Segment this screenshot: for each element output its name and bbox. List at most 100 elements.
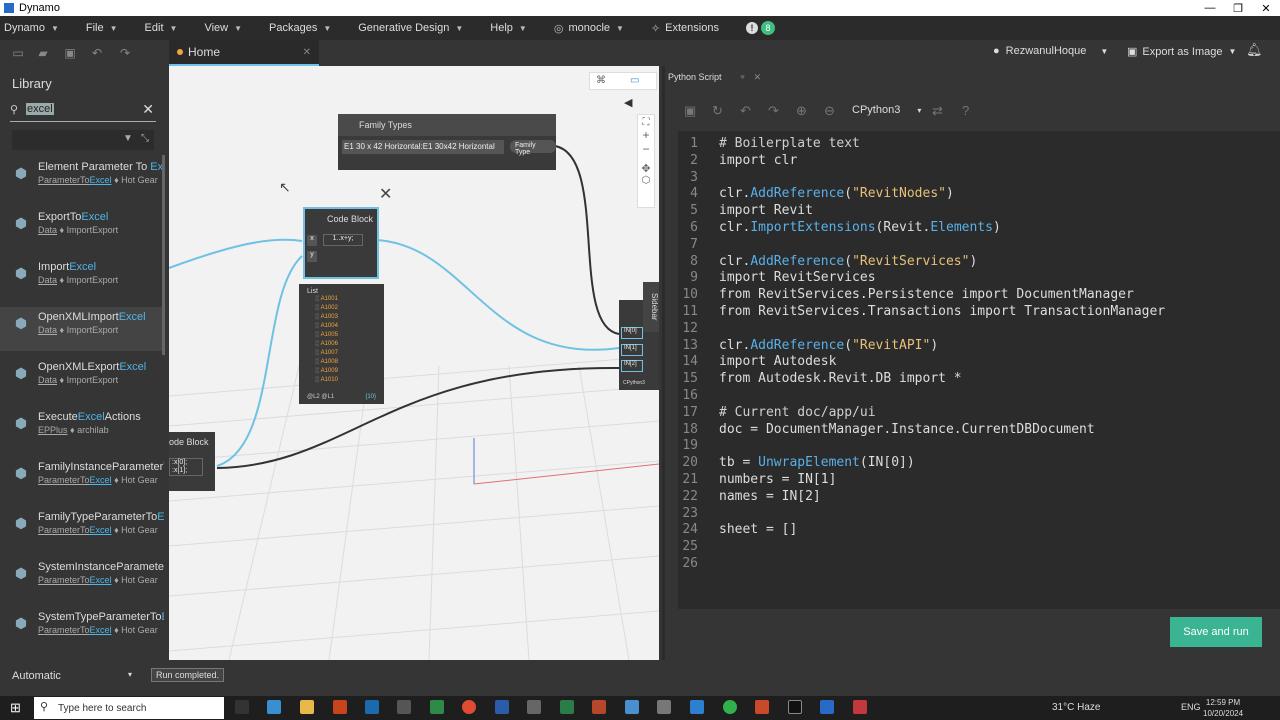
code-line[interactable]: 3	[678, 170, 1278, 187]
library-item[interactable]: ⬢ SystemInstanceParameterT ParameterToExce…	[0, 557, 164, 601]
user-menu[interactable]: ● RezwanulHoque ▼	[993, 45, 1108, 57]
app-icon[interactable]	[657, 700, 671, 714]
code-line[interactable]: 25	[678, 539, 1278, 556]
code-line[interactable]: 20 tb = UnwrapElement(IN[0])	[678, 455, 1278, 472]
chrome-icon[interactable]	[462, 700, 476, 714]
zoom-out-icon[interactable]: ⊖	[824, 103, 835, 119]
menu-packages[interactable]: Packages ▼	[269, 22, 331, 34]
save-icon[interactable]: ▣	[684, 103, 696, 119]
code-line[interactable]: 11 from RevitServices.Transactions import…	[678, 304, 1278, 321]
pan-icon[interactable]: ✥	[638, 162, 654, 175]
code-text[interactable]: :x[0]; :x[1];	[169, 458, 203, 476]
excel-icon[interactable]	[430, 700, 444, 714]
orbit-icon[interactable]: ⬡	[638, 175, 654, 186]
powerpoint-icon[interactable]	[592, 700, 606, 714]
library-item[interactable]: ⬢ ExecuteExcelActions EPPlus ♦ archilab	[0, 407, 164, 451]
notifications[interactable]: ! 8	[745, 21, 775, 35]
code-text[interactable]: 1..x+y;	[323, 234, 363, 246]
input-port-x[interactable]: x	[307, 235, 317, 246]
dynamo-taskbar-icon[interactable]	[853, 700, 867, 714]
code-line[interactable]: 7	[678, 237, 1278, 254]
code-line[interactable]: 9 import RevitServices	[678, 270, 1278, 287]
library-item[interactable]: ⬢ Element Parameter To Excel ParameterToEx…	[0, 157, 164, 201]
code-line[interactable]: 14 import Autodesk	[678, 354, 1278, 371]
code-line[interactable]: 16	[678, 388, 1278, 405]
input-port-in1[interactable]: IN[1]	[621, 344, 643, 356]
language-indicator[interactable]: ENG	[1181, 702, 1201, 712]
export-as-image-button[interactable]: ▣ Export as Image ▼	[1127, 45, 1236, 59]
graph-view-icon[interactable]: ⌘	[596, 75, 606, 86]
redo-icon[interactable]: ↷	[118, 46, 132, 60]
illustrator-icon[interactable]	[333, 700, 347, 714]
code-line[interactable]: 1 # Boilerplate text	[678, 136, 1278, 153]
security-icon[interactable]	[397, 700, 411, 714]
file-explorer-icon[interactable]	[300, 700, 314, 714]
tab-home[interactable]: Home ✕	[169, 40, 319, 66]
filter-icon[interactable]: ▼	[123, 133, 133, 144]
library-item[interactable]: ⬢ OpenXMLImportExcel Data ♦ ImportExport	[0, 307, 164, 351]
menu-monocle[interactable]: ◎ monocle ▼	[554, 22, 624, 35]
library-item[interactable]: ⬢ OpenXMLExportExcel Data ♦ ImportExport	[0, 357, 164, 401]
code-block-node-2[interactable]: ode Block :x[0]; :x[1];	[169, 432, 215, 491]
code-line[interactable]: 8 clr.AddReference("RevitServices")	[678, 254, 1278, 271]
code-line[interactable]: 26	[678, 556, 1278, 573]
zoom-in-icon[interactable]: +	[638, 128, 654, 142]
menu-help[interactable]: Help ▼	[490, 22, 527, 34]
geometry-view-icon[interactable]: ▭	[630, 75, 639, 86]
code-line[interactable]: 22 names = IN[2]	[678, 489, 1278, 506]
menu-extensions[interactable]: ✧ Extensions	[651, 22, 719, 35]
library-item[interactable]: ⬢ SystemTypeParameterToExcel ParameterToEx…	[0, 607, 164, 651]
output-port[interactable]: Family Type	[510, 140, 556, 156]
windows-start-icon[interactable]: ⊞	[10, 700, 21, 716]
menu-dynamo[interactable]: Dynamo ▼	[4, 22, 59, 34]
migrate-icon[interactable]: ⇄	[932, 103, 943, 119]
whatsapp-icon[interactable]	[723, 700, 737, 714]
detail-toggle-icon[interactable]: ⤡	[141, 133, 149, 144]
weather-widget[interactable]: 31°C Haze	[1052, 702, 1100, 713]
code-line[interactable]: 2 import clr	[678, 153, 1278, 170]
library-item[interactable]: ⬢ ExportToExcel Data ♦ ImportExport	[0, 207, 164, 251]
spreadsheet-icon[interactable]	[560, 700, 574, 714]
python-engine-select[interactable]: CPython3 ▾	[852, 104, 921, 116]
save-icon[interactable]: ▣	[63, 46, 77, 60]
close-window-button[interactable]: ✕	[1252, 2, 1280, 15]
app-icon[interactable]	[755, 700, 769, 714]
menu-file[interactable]: File ▼	[86, 22, 118, 34]
collapse-icon[interactable]: ◀	[624, 96, 632, 109]
code-line[interactable]: 6 clr.ImportExtensions(Revit.Elements)	[678, 220, 1278, 237]
undo-icon[interactable]: ↶	[740, 103, 751, 119]
code-line[interactable]: 24 sheet = []	[678, 522, 1278, 539]
run-mode-select[interactable]: Automatic ▾	[12, 670, 132, 682]
new-file-icon[interactable]: ▭	[11, 46, 25, 60]
code-editor[interactable]: 1 # Boilerplate text 2 import clr 3 4 clr.AddR…	[678, 131, 1280, 609]
code-line[interactable]: 15 from Autodesk.Revit.DB import *	[678, 371, 1278, 388]
family-types-node[interactable]: Family Types E1 30 x 42 Horizontal:E1 30…	[338, 114, 556, 170]
code-line[interactable]: 4 clr.AddReference("RevitNodes")	[678, 186, 1278, 203]
code-line[interactable]: 19	[678, 438, 1278, 455]
app-icon[interactable]	[625, 700, 639, 714]
library-item[interactable]: ⬢ FamilyInstanceParameterTo ParameterToExc…	[0, 457, 164, 501]
close-tab-icon[interactable]: ✕	[754, 72, 762, 82]
help-icon[interactable]: ?	[962, 103, 969, 118]
edge-icon[interactable]	[267, 700, 281, 714]
app-icon[interactable]	[527, 700, 541, 714]
code-line[interactable]: 5 import Revit	[678, 203, 1278, 220]
photoshop-icon[interactable]	[365, 700, 379, 714]
zoom-in-icon[interactable]: ⊕	[796, 103, 807, 119]
minimize-button[interactable]: —	[1196, 2, 1224, 15]
close-tab-icon[interactable]: ✕	[303, 47, 311, 58]
zoom-fit-icon[interactable]: ⛶	[638, 117, 654, 128]
family-type-dropdown[interactable]: E1 30 x 42 Horizontal:E1 30x42 Horizonta…	[342, 140, 504, 154]
library-item[interactable]: ⬢ FamilyTypeParameterToExcel ParameterToEx…	[0, 507, 164, 551]
python-script-tab[interactable]: Python Script ⌖ ✕	[668, 72, 761, 83]
undo-icon[interactable]: ↶	[90, 46, 104, 60]
code-line[interactable]: 23	[678, 506, 1278, 523]
word-icon[interactable]	[495, 700, 509, 714]
code-line[interactable]: 10 from RevitServices.Persistence import …	[678, 287, 1278, 304]
code-block-node[interactable]: Code Block x y 1..x+y;	[303, 207, 379, 279]
run-icon[interactable]: ↻	[712, 103, 723, 119]
search-input[interactable]: excel	[26, 103, 54, 115]
vscode-icon[interactable]	[690, 700, 704, 714]
menu-view[interactable]: View ▼	[204, 22, 242, 34]
graph-canvas[interactable]: Family Types E1 30 x 42 Horizontal:E1 30…	[169, 66, 659, 660]
